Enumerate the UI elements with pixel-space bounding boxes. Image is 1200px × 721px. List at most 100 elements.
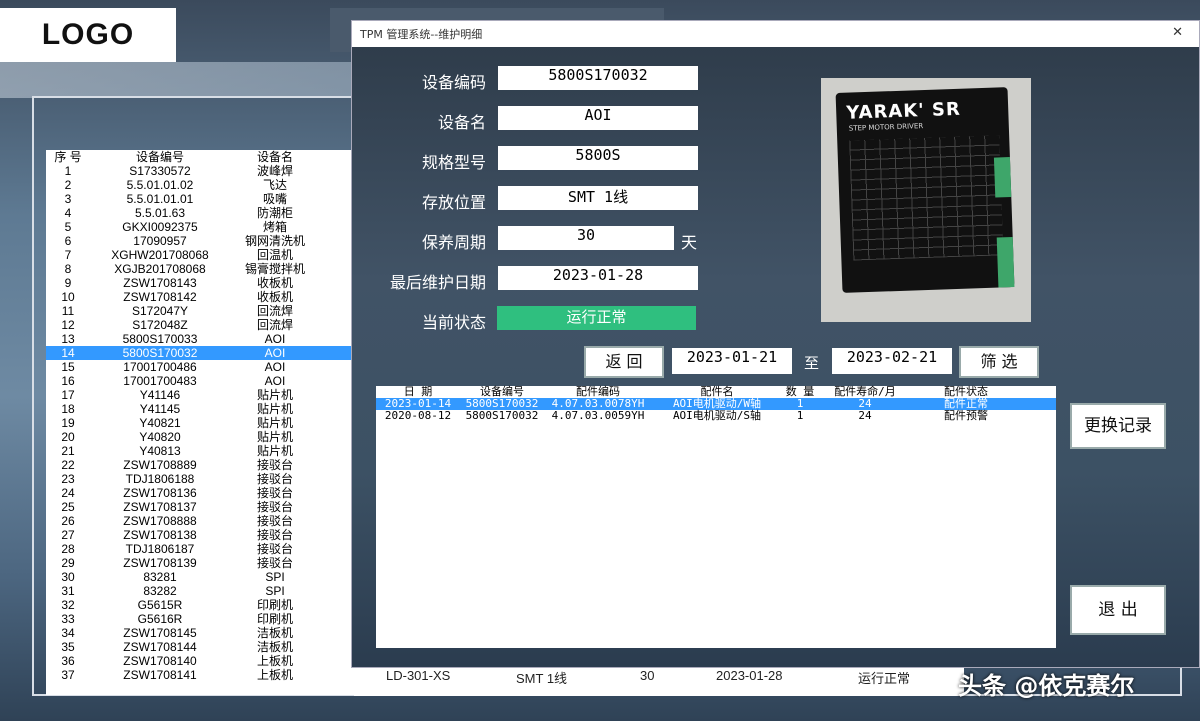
list-item[interactable]: 25 ZSW1708137 接驳台	[46, 500, 354, 514]
list-item[interactable]: 24 ZSW1708136 接驳台	[46, 486, 354, 500]
list-item[interactable]: 6 17090957 钢网清洗机	[46, 234, 354, 248]
list-cell: 26	[61, 514, 75, 528]
list-cell: 接驳台	[256, 556, 293, 570]
list-item[interactable]: 14 5800S170032 AOI	[46, 346, 354, 360]
strip-model: LD-301-XS	[386, 668, 451, 683]
list-cell: 7	[64, 248, 72, 262]
strip-location: SMT 1线	[516, 671, 568, 686]
list-item[interactable]: 23 TDJ1806188 接驳台	[46, 472, 354, 486]
list-cell: ZSW1708142	[123, 290, 197, 304]
list-cell: TDJ1806187	[125, 542, 195, 556]
name-field[interactable]: AOI	[498, 106, 698, 130]
list-cell: 19	[61, 416, 75, 430]
list-item[interactable]: 37 ZSW1708141 上板机	[46, 668, 354, 682]
cycle-unit: 天	[681, 233, 698, 252]
list-cell: 17090957	[133, 234, 187, 248]
list-cell: 35	[61, 640, 75, 654]
list-item[interactable]: 5 GKXI0092375 烤箱	[46, 220, 354, 234]
list-cell: SPI	[265, 584, 285, 598]
list-item[interactable]: 30 83281 SPI	[46, 570, 354, 584]
list-item[interactable]: 13 5800S170033 AOI	[46, 332, 354, 346]
cell: 5800S170032	[465, 409, 539, 422]
list-item[interactable]: 9 ZSW1708143 收板机	[46, 276, 354, 290]
strip-cycle: 30	[640, 668, 655, 683]
equipment-list[interactable]: 序 号 设备编号 设备名 1 S17330572 波峰焊 2 5.5.01.01.02 飞…	[46, 150, 354, 695]
list-item[interactable]: 1 S17330572 波峰焊	[46, 164, 354, 178]
cycle-field[interactable]: 30	[498, 226, 674, 250]
list-cell: 烤箱	[262, 220, 287, 234]
list-item[interactable]: 16 17001700483 AOI	[46, 374, 354, 388]
list-item[interactable]: 15 17001700486 AOI	[46, 360, 354, 374]
list-cell: S17330572	[129, 164, 191, 178]
list-cell: XGHW201708068	[111, 248, 209, 262]
list-cell: 33	[61, 612, 75, 626]
list-cell: AOI	[264, 346, 286, 360]
list-item[interactable]: 35 ZSW1708144 洁板机	[46, 640, 354, 654]
list-item[interactable]: 2 5.5.01.01.02 飞达	[46, 178, 354, 192]
list-item[interactable]: 20 Y40820 贴片机	[46, 430, 354, 444]
list-cell: 4	[64, 206, 72, 220]
cell: 配件预警	[944, 409, 988, 422]
replace-record-button[interactable]: 更换记录	[1070, 403, 1166, 449]
back-button[interactable]: 返 回	[584, 346, 664, 378]
list-cell: G5615R	[137, 598, 183, 612]
list-item[interactable]: 18 Y41145 贴片机	[46, 402, 354, 416]
close-icon[interactable]: ✕	[1172, 25, 1183, 40]
list-item[interactable]: 12 S172048Z 回流焊	[46, 318, 354, 332]
model-field[interactable]: 5800S	[498, 146, 698, 170]
list-item[interactable]: 4 5.5.01.63 防潮柜	[46, 206, 354, 220]
list-cell: S172048Z	[132, 318, 188, 332]
location-field[interactable]: SMT 1线	[498, 186, 698, 210]
date-to-field[interactable]: 2023-02-21	[832, 348, 952, 374]
parts-table[interactable]: 日 期 设备编号 配件编码 配件名 数 量 配件寿命/月 配件状态 2023-0…	[376, 386, 1056, 648]
list-item[interactable]: 34 ZSW1708145 洁板机	[46, 626, 354, 640]
list-cell: 防潮柜	[256, 206, 293, 220]
list-cell: AOI	[264, 332, 286, 346]
list-item[interactable]: 11 S172047Y 回流焊	[46, 304, 354, 318]
list-cell: 28	[61, 542, 75, 556]
list-item[interactable]: 22 ZSW1708889 接驳台	[46, 458, 354, 472]
filter-button[interactable]: 筛 选	[959, 346, 1039, 378]
dialog-body: 设备编码 5800S170032 设备名 AOI 规格型号 5800S 存放位置…	[358, 47, 1193, 661]
last-date-field[interactable]: 2023-01-28	[498, 266, 698, 290]
list-item[interactable]: 21 Y40813 贴片机	[46, 444, 354, 458]
list-cell: ZSW1708141	[123, 668, 197, 682]
list-body[interactable]: 1 S17330572 波峰焊 2 5.5.01.01.02 飞达 3 5.5.01.01.0…	[46, 164, 354, 682]
exit-button[interactable]: 退 出	[1070, 585, 1166, 635]
list-item[interactable]: 17 Y41146 贴片机	[46, 388, 354, 402]
list-cell: 29	[61, 556, 75, 570]
list-item[interactable]: 8 XGJB201708068 锡膏搅拌机	[46, 262, 354, 276]
list-cell: 接驳台	[256, 514, 293, 528]
list-cell: 18	[61, 402, 75, 416]
list-cell: 27	[61, 528, 75, 542]
list-item[interactable]: 32 G5615R 印刷机	[46, 598, 354, 612]
table-row[interactable]: 2020-08-12 5800S170032 4.07.03.0059YH AO…	[376, 410, 1056, 422]
list-item[interactable]: 27 ZSW1708138 接驳台	[46, 528, 354, 542]
location-label: 存放位置	[421, 193, 486, 212]
list-cell: Y41145	[139, 402, 181, 416]
list-item[interactable]: 31 83282 SPI	[46, 584, 354, 598]
list-item[interactable]: 3 5.5.01.01.01 吸嘴	[46, 192, 354, 206]
code-field[interactable]: 5800S170032	[498, 66, 698, 90]
list-cell: 5800S170032	[122, 346, 198, 360]
list-item[interactable]: 19 Y40821 贴片机	[46, 416, 354, 430]
list-cell: ZSW1708140	[123, 654, 197, 668]
list-item[interactable]: 29 ZSW1708139 接驳台	[46, 556, 354, 570]
list-item[interactable]: 36 ZSW1708140 上板机	[46, 654, 354, 668]
name-label: 设备名	[437, 113, 486, 132]
list-item[interactable]: 7 XGHW201708068 回温机	[46, 248, 354, 262]
date-from-field[interactable]: 2023-01-21	[672, 348, 792, 374]
list-item[interactable]: 26 ZSW1708888 接驳台	[46, 514, 354, 528]
list-cell: 洁板机	[256, 626, 293, 640]
list-cell: Y40820	[139, 430, 181, 444]
list-cell: 20	[61, 430, 75, 444]
dialog-titlebar[interactable]: TPM 管理系统--维护明细 ✕	[352, 21, 1199, 47]
list-item[interactable]: 33 G5616R 印刷机	[46, 612, 354, 626]
list-cell: 5800S170033	[122, 332, 198, 346]
list-cell: 2	[64, 178, 72, 192]
list-cell: 接驳台	[256, 500, 293, 514]
list-cell: 印刷机	[256, 612, 293, 626]
list-item[interactable]: 28 TDJ1806187 接驳台	[46, 542, 354, 556]
list-cell: 13	[61, 332, 75, 346]
list-item[interactable]: 10 ZSW1708142 收板机	[46, 290, 354, 304]
